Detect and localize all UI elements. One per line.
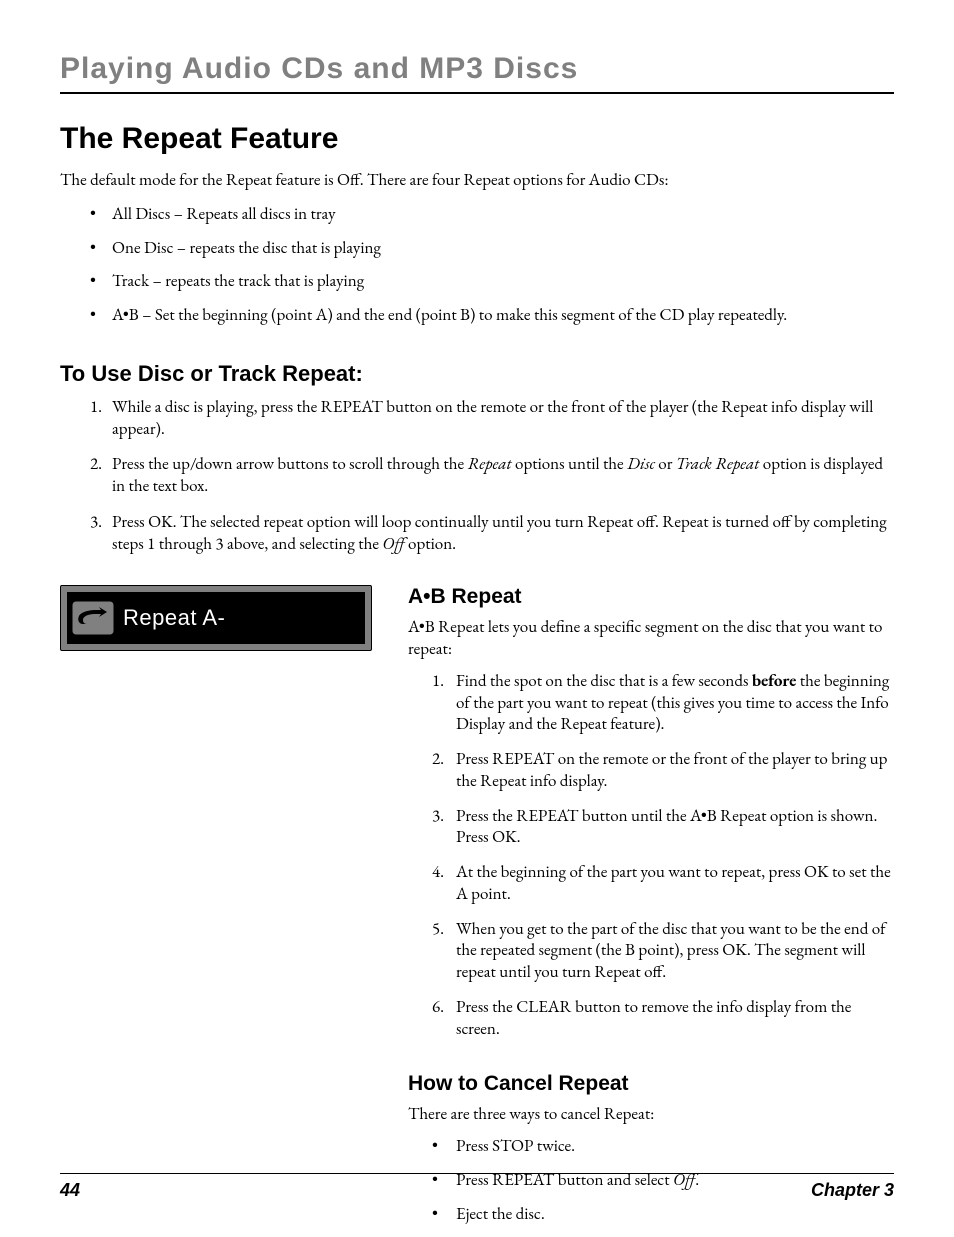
list-item: Press the REPEAT button until the A•B Re… [432, 806, 894, 850]
repeat-icon [71, 600, 115, 636]
step-text: Find the spot on the disc that is a few … [456, 670, 752, 692]
step-text: Press REPEAT on the remote or the front … [456, 748, 887, 792]
list-item: At the beginning of the part you want to… [432, 862, 894, 906]
steps-list: While a disc is playing, press the REPEA… [60, 397, 894, 556]
step-text: Press the up/down arrow buttons to scrol… [112, 453, 468, 475]
ab-intro: A•B Repeat lets you define a specific se… [408, 617, 894, 661]
list-item: Eject the disc. [432, 1204, 894, 1226]
italic: Track Repeat [676, 453, 760, 475]
list-item: While a disc is playing, press the REPEA… [90, 397, 894, 441]
list-item: When you get to the part of the disc tha… [432, 919, 894, 984]
intro-paragraph: The default mode for the Repeat feature … [60, 170, 894, 192]
step-text: While a disc is playing, press the REPEA… [112, 396, 873, 440]
list-item: Find the spot on the disc that is a few … [432, 671, 894, 736]
list-item: Press STOP twice. [432, 1136, 894, 1158]
osd-column: Repeat A- [60, 585, 372, 1237]
page: Playing Audio CDs and MP3 Discs The Repe… [0, 0, 954, 1235]
ab-heading: A•B Repeat [408, 585, 894, 609]
list-item: Press the up/down arrow buttons to scrol… [90, 454, 894, 498]
list-item: Press the CLEAR button to remove the inf… [432, 997, 894, 1041]
italic: Repeat [468, 453, 512, 475]
bold: before [752, 670, 796, 692]
item-text: Eject the disc. [456, 1203, 545, 1225]
step-text: At the beginning of the part you want to… [456, 861, 891, 905]
list-item: Press REPEAT on the remote or the front … [432, 749, 894, 793]
step-text: When you get to the part of the disc tha… [456, 918, 886, 984]
osd-graphic: Repeat A- [60, 585, 372, 651]
options-list: All Discs – Repeats all discs in tray On… [60, 204, 894, 327]
chapter-title: Playing Audio CDs and MP3 Discs [60, 52, 894, 86]
page-number: 44 [60, 1180, 80, 1201]
osd-inner: Repeat A- [67, 592, 365, 644]
osd-label: Repeat A- [123, 605, 225, 631]
italic: Disc [627, 453, 655, 475]
list-item: One Disc – repeats the disc that is play… [90, 238, 894, 260]
ab-steps: Find the spot on the disc that is a few … [408, 671, 894, 1041]
rule [60, 92, 894, 94]
page-footer: 44 Chapter 3 [60, 1173, 894, 1201]
list-item: All Discs – Repeats all discs in tray [90, 204, 894, 226]
list-item: Track – repeats the track that is playin… [90, 271, 894, 293]
right-column: A•B Repeat A•B Repeat lets you define a … [408, 585, 894, 1237]
step-text: Press OK. The selected repeat option wil… [112, 511, 887, 555]
step-text: Press the CLEAR button to remove the inf… [456, 996, 851, 1040]
item-text: Press STOP twice. [456, 1135, 575, 1157]
section-title: The Repeat Feature [60, 122, 894, 156]
list-item: A•B – Set the beginning (point A) and th… [90, 305, 894, 327]
chapter-label: Chapter 3 [811, 1180, 894, 1201]
step-text: option. [405, 533, 456, 555]
italic: Off [382, 533, 404, 555]
step-text: options until the [512, 453, 627, 475]
cancel-heading: How to Cancel Repeat [408, 1072, 894, 1096]
two-column: Repeat A- A•B Repeat A•B Repeat lets you… [60, 585, 894, 1237]
list-item: Press OK. The selected repeat option wil… [90, 512, 894, 556]
step-text: Press the REPEAT button until the A•B Re… [456, 805, 877, 849]
cancel-intro: There are three ways to cancel Repeat: [408, 1104, 894, 1126]
subsection-title: To Use Disc or Track Repeat: [60, 361, 894, 387]
step-text: or [655, 453, 676, 475]
